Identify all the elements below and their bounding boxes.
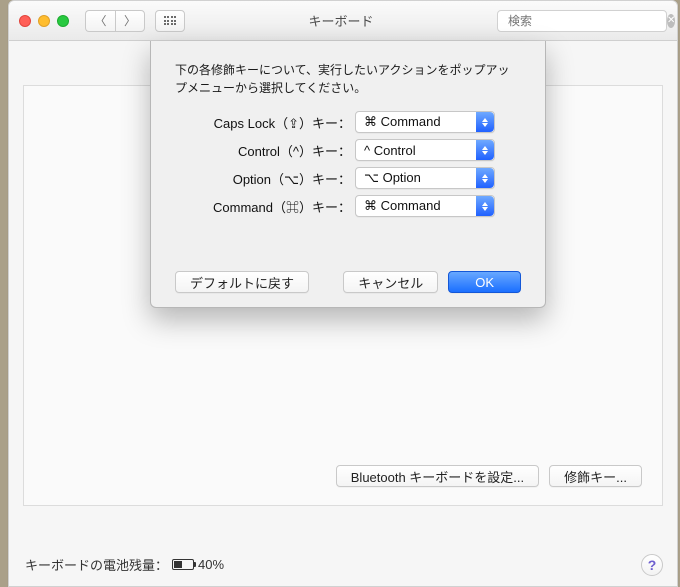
label-option: Option（⌥）キー：	[175, 169, 355, 188]
select-option[interactable]: ⌥ Option	[355, 167, 495, 189]
titlebar: 〈 〉 キーボード ✕	[9, 1, 677, 41]
sheet-instruction: 下の各修飾キーについて、実行したいアクションをポップアップメニューから選択してく…	[175, 61, 521, 97]
forward-button[interactable]: 〉	[115, 10, 145, 32]
row-control: Control（^）キー： ^ Control	[175, 139, 521, 161]
preferences-window: 〈 〉 キーボード ✕ Bluetooth キーボードを設定... 修飾キー..…	[8, 0, 678, 587]
panel-actions: Bluetooth キーボードを設定... 修飾キー...	[336, 465, 642, 487]
clear-icon[interactable]: ✕	[667, 14, 675, 28]
label-capslock: Caps Lock（⇪）キー：	[175, 113, 355, 132]
back-button[interactable]: 〈	[85, 10, 115, 32]
select-value: ⌘ Command	[364, 114, 441, 130]
help-button[interactable]: ?	[641, 554, 663, 576]
window-controls	[19, 15, 69, 27]
bluetooth-setup-button[interactable]: Bluetooth キーボードを設定...	[336, 465, 539, 487]
close-icon[interactable]	[19, 15, 31, 27]
ok-button[interactable]: OK	[448, 271, 521, 293]
stepper-icon	[476, 196, 494, 216]
row-option: Option（⌥）キー： ⌥ Option	[175, 167, 521, 189]
chevron-right-icon: 〉	[124, 12, 136, 29]
zoom-icon[interactable]	[57, 15, 69, 27]
select-value: ⌘ Command	[364, 198, 441, 214]
select-command[interactable]: ⌘ Command	[355, 195, 495, 217]
show-all-button[interactable]	[155, 10, 185, 32]
minimize-icon[interactable]	[38, 15, 50, 27]
battery-icon	[172, 559, 194, 570]
stepper-icon	[476, 112, 494, 132]
window-title: キーボード	[195, 11, 487, 30]
label-command: Command（⌘）キー：	[175, 197, 355, 216]
battery-label: キーボードの電池残量：	[25, 555, 168, 574]
cancel-button[interactable]: キャンセル	[343, 271, 438, 293]
nav-back-forward: 〈 〉	[85, 10, 145, 32]
chevron-left-icon: 〈	[94, 12, 106, 29]
restore-defaults-button[interactable]: デフォルトに戻す	[175, 271, 309, 293]
modifier-keys-sheet: 下の各修飾キーについて、実行したいアクションをポップアップメニューから選択してく…	[150, 41, 546, 308]
grid-icon	[164, 16, 177, 25]
select-value: ⌥ Option	[364, 170, 421, 186]
search-field[interactable]: ✕	[497, 10, 667, 32]
select-value: ^ Control	[364, 143, 416, 158]
stepper-icon	[476, 140, 494, 160]
row-command: Command（⌘）キー： ⌘ Command	[175, 195, 521, 217]
sheet-buttons: デフォルトに戻す キャンセル OK	[175, 271, 521, 293]
select-capslock[interactable]: ⌘ Command	[355, 111, 495, 133]
label-control: Control（^）キー：	[175, 141, 355, 160]
footer: キーボードの電池残量： 40% ?	[9, 542, 677, 586]
row-capslock: Caps Lock（⇪）キー： ⌘ Command	[175, 111, 521, 133]
search-input[interactable]	[508, 14, 663, 28]
battery-percent: 40%	[198, 557, 224, 572]
stepper-icon	[476, 168, 494, 188]
modifier-keys-button[interactable]: 修飾キー...	[549, 465, 642, 487]
select-control[interactable]: ^ Control	[355, 139, 495, 161]
